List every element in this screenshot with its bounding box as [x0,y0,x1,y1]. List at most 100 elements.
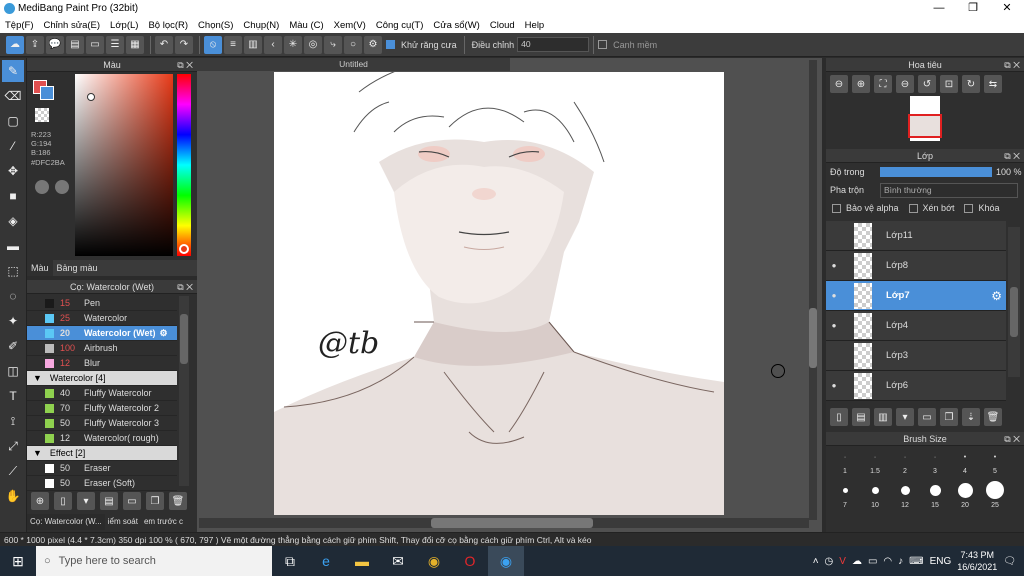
menu-window[interactable]: Cửa sổ(W) [428,20,484,31]
dot-tool-icon[interactable]: ▢ [2,110,24,132]
menu-select[interactable]: Chọn(S) [193,20,238,31]
edge-icon[interactable]: e [308,546,344,576]
brush-import-icon[interactable]: ▾ [77,492,95,510]
magic-wand-tool-icon[interactable]: ✦ [2,310,24,332]
shape-tool-icon[interactable]: ⁄ [2,135,24,157]
curve-snap-icon[interactable]: ⤷ [324,35,342,54]
tab-preview[interactable]: em trước c [141,514,186,530]
brush-item[interactable]: 20 Watercolor (Wet) ⚙ [27,326,177,341]
navigator-viewport[interactable] [908,114,942,138]
brush-folder-icon[interactable]: ▭ [123,492,141,510]
panel-controls-icon[interactable]: ⧉ ✕ [1004,58,1020,72]
brush-item[interactable]: 100 Airbrush [27,341,177,356]
hue-slider[interactable] [177,74,191,256]
layer-row[interactable]: Lớp3 [826,341,1006,371]
brush-item[interactable]: 12 Blur [27,356,177,371]
visibility-toggle-icon[interactable]: ● [826,261,842,270]
layer-scroll-thumb[interactable] [1010,287,1018,337]
size-dot[interactable]: • [980,446,1010,468]
layer-scrollbar[interactable] [1008,227,1020,377]
transparent-swatch[interactable] [35,108,49,122]
select-eraser-tool-icon[interactable]: ◫ [2,360,24,382]
fit-icon[interactable]: ⛶ [874,75,892,93]
color-wheel-icon[interactable] [35,180,49,194]
close-button[interactable]: ✕ [990,0,1024,17]
size-dot[interactable] [950,479,980,501]
parallel-snap-icon[interactable]: ≡ [224,35,242,54]
document-icon[interactable]: ▭ [86,35,104,54]
move-tool-icon[interactable]: ✥ [2,160,24,182]
grid-snap-icon[interactable]: ▥ [244,35,262,54]
horizontal-scrollbar[interactable] [199,518,809,528]
brush-scrollbar[interactable] [179,296,189,486]
tray-vivaldi-icon[interactable]: V [839,556,846,567]
undo-icon[interactable]: ↶ [155,35,173,54]
zoom-actual-icon[interactable]: ⊖ [896,75,914,93]
opacity-slider[interactable] [880,167,992,177]
snap-settings-icon[interactable]: ⚙ [364,35,382,54]
menu-snap[interactable]: Chụp(N) [238,20,284,31]
size-dot[interactable] [920,479,950,501]
brush-item[interactable]: 50 Fluffy Watercolor 3 [27,416,177,431]
file-explorer-icon[interactable]: ▬ [344,546,380,576]
size-dot[interactable] [980,479,1010,501]
wifi-icon[interactable]: ◠ [883,556,892,567]
tray-expand-icon[interactable]: ˄ [813,556,819,567]
visibility-toggle-icon[interactable]: ● [826,291,842,300]
expand-arrow-icon[interactable]: ▼ [33,448,42,458]
menu-filter[interactable]: Bộ lọc(R) [143,20,193,31]
tab-control[interactable]: iểm soát [105,514,141,530]
adjust-dropdown[interactable]: 40 [517,37,590,52]
rotate-right-icon[interactable]: ↻ [962,75,980,93]
brush-item[interactable]: 50 Eraser (Soft) [27,476,177,491]
eyedropper-tool-icon[interactable]: ⤢ [2,435,24,457]
saturation-value-field[interactable] [75,74,173,256]
onedrive-icon[interactable]: ☁ [852,556,862,567]
visibility-toggle-icon[interactable]: ● [826,321,842,330]
panel-controls-icon[interactable]: ⧉ ✕ [177,58,193,72]
brush-tool-icon[interactable]: ✎ [2,60,24,82]
brush-item[interactable]: 15 Pen [27,296,177,311]
delete-layer-icon[interactable]: 🗑 [984,408,1002,426]
layer-settings-icon[interactable]: ⚙ [991,289,1002,303]
size-dot[interactable]: · [860,446,890,468]
new-layer-icon[interactable]: ▯ [830,408,848,426]
size-dot[interactable]: · [890,446,920,468]
new-8bit-layer-icon[interactable]: ▥ [874,408,892,426]
tab-brush[interactable]: Cọ: Watercolor (W... [27,514,105,530]
lock-checkbox[interactable] [964,203,974,213]
color-cursor[interactable] [87,93,95,101]
medibang-icon[interactable]: ◉ [488,546,524,576]
notification-icon[interactable]: 🗨 [1003,556,1016,567]
taskbar-search[interactable]: ○ Type here to search [36,546,272,576]
brush-item[interactable]: 25 Watercolor [27,311,177,326]
size-dot[interactable] [890,479,920,501]
volume-icon[interactable]: ♪ [898,556,903,567]
duplicate-layer-icon[interactable]: ❐ [940,408,958,426]
add-brush-icon[interactable]: ⊕ [31,492,49,510]
redo-icon[interactable]: ↷ [175,35,193,54]
fill-rect-tool-icon[interactable]: ■ [2,185,24,207]
antialias-checkbox[interactable] [386,40,395,49]
battery-icon[interactable]: ▭ [868,556,877,567]
panels-icon[interactable]: ▦ [126,35,144,54]
comment-icon[interactable]: 💬 [46,35,64,54]
layer-folder-icon[interactable]: ▭ [918,408,936,426]
chrome-icon[interactable]: ◉ [416,546,452,576]
brush-item[interactable]: 70 Fluffy Watercolor 2 [27,401,177,416]
grid-list-icon[interactable]: ☰ [106,35,124,54]
keyboard-icon[interactable]: ⌨ [909,556,923,567]
drawing-canvas[interactable]: @tb [274,72,724,515]
document-tab[interactable]: Untitled [197,58,510,71]
tray-app-icon[interactable]: ◷ [825,556,834,567]
vertical-scroll-thumb[interactable] [809,308,817,368]
circle-snap-icon[interactable]: ○ [344,35,362,54]
menu-layer[interactable]: Lớp(L) [105,20,143,31]
comment-settings-icon[interactable]: ▤ [66,35,84,54]
brush-group[interactable]: ▼ Effect [2] [27,446,177,461]
brush-group[interactable]: ▼ Watercolor [4] [27,371,177,386]
panel-controls-icon[interactable]: ⧉ ✕ [1004,149,1020,163]
size-dot[interactable]: · [920,446,950,468]
snap-off-icon[interactable]: ⦸ [204,35,222,54]
language-indicator[interactable]: ENG [930,556,952,567]
